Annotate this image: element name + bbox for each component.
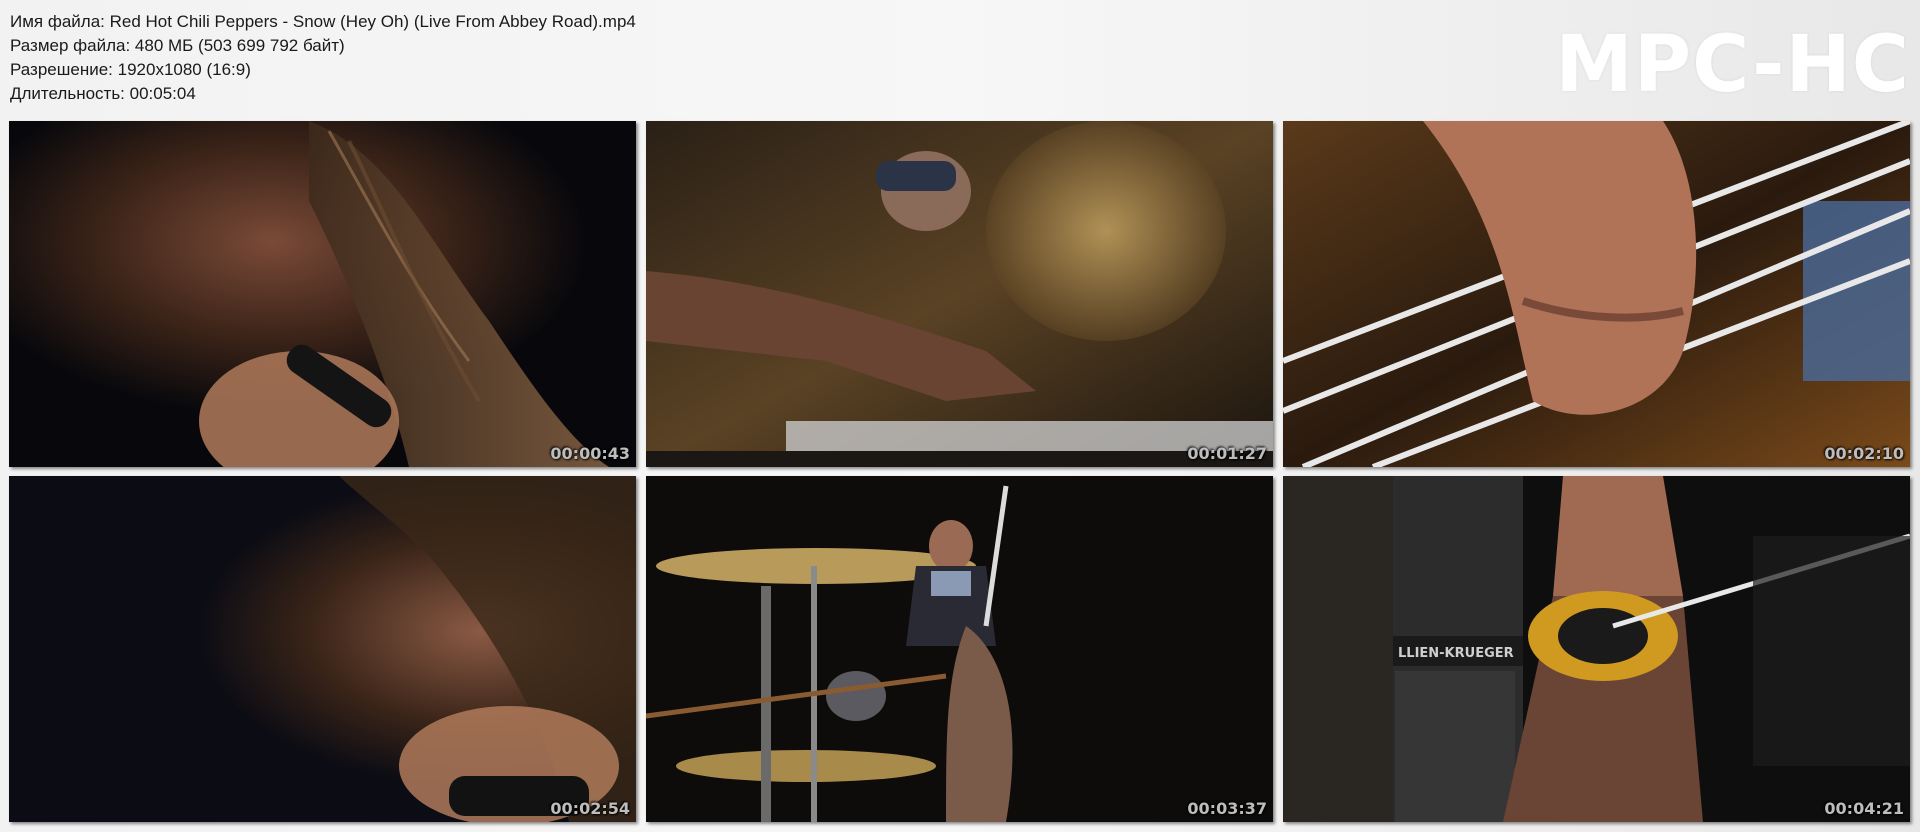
svg-text:LLIEN-KRUEGER: LLIEN-KRUEGER [1398,646,1514,661]
thumbnail-6: LLIEN-KRUEGER 00:04:21 [1283,476,1910,822]
timestamp-label: 00:04:21 [1824,799,1904,818]
mpc-hc-logo: MPC-HC [1555,20,1910,110]
timestamp-label: 00:01:27 [1187,444,1267,463]
resolution-text: Разрешение: 1920x1080 (16:9) [10,60,251,79]
thumbnail-1: 00:00:43 [9,121,636,467]
duration-text: Длительность: 00:05:04 [10,84,196,103]
thumbnail-3: 00:02:10 [1283,121,1910,467]
thumbnail-4: 00:02:54 [9,476,636,822]
bass-strings-hand-image [1283,121,1910,467]
thumbnail-5: 00:03:37 [646,476,1273,822]
file-size-text: Размер файла: 480 МБ (503 699 792 байт) [10,36,345,55]
thumbnail-grid: 00:00:43 00:01:27 00:02:10 00:02:54 00:0… [9,121,1910,822]
file-info-panel: Имя файла: Red Hot Chili Peppers - Snow … [10,10,636,106]
singer-closeup-dark-image [9,476,636,822]
thumbnail-2: 00:01:27 [646,121,1273,467]
timestamp-label: 00:00:43 [550,444,630,463]
bassist-amplifier-image: LLIEN-KRUEGER [1283,476,1910,822]
singer-closeup-microphone-image [9,121,636,467]
drummer-hand-cymbal-image [646,121,1273,467]
timestamp-label: 00:02:54 [550,799,630,818]
singer-behind-drum-kit-image [646,476,1273,822]
timestamp-label: 00:02:10 [1824,444,1904,463]
timestamp-label: 00:03:37 [1187,799,1267,818]
file-name-text: Имя файла: Red Hot Chili Peppers - Snow … [10,12,636,31]
